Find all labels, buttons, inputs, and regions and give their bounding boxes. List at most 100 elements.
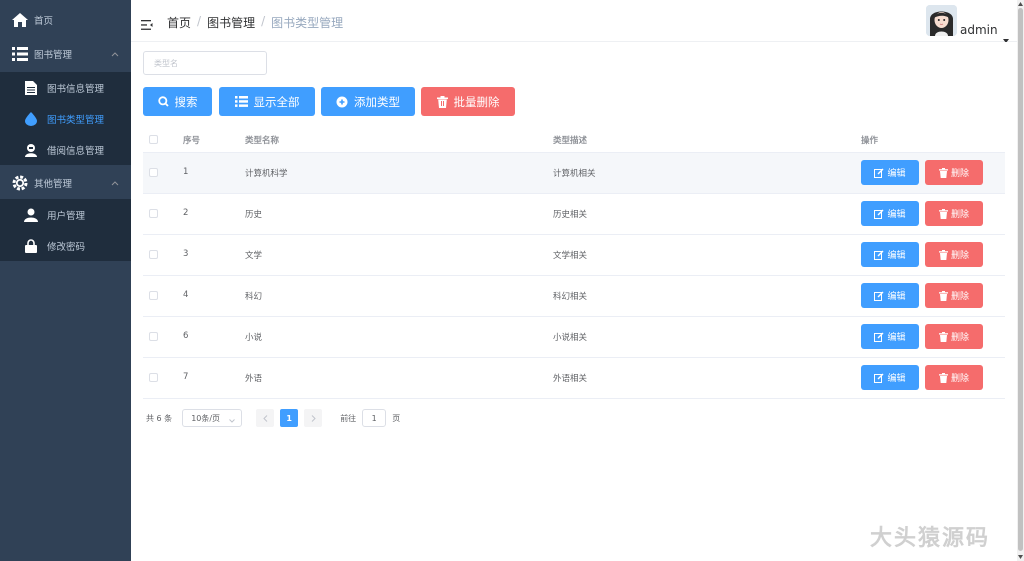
hamburger-icon[interactable]: [141, 15, 153, 30]
column-header-desc: 类型描述: [553, 136, 588, 146]
delete-button[interactable]: 删除: [925, 201, 983, 226]
delete-button[interactable]: 删除: [925, 283, 983, 308]
app: 首页 图书管理 图书信息管理 图书类型管理 借阅信息管理 其他管理 用户管理 修…: [0, 0, 1024, 561]
cell-desc: 科幻相关: [553, 292, 588, 302]
row-checkbox[interactable]: [149, 250, 158, 259]
document-icon: [24, 80, 38, 95]
edit-icon: [874, 209, 884, 219]
watermark: 大头猿源码: [870, 526, 991, 551]
sidebar-menu-label: 其他管理: [34, 179, 73, 190]
cell-name: 计算机科学: [245, 169, 288, 179]
edit-button[interactable]: 编辑: [861, 283, 919, 308]
next-page-button[interactable]: [304, 409, 323, 427]
cell-desc: 计算机相关: [553, 169, 596, 179]
cell-name: 科幻: [245, 292, 263, 302]
cell-id: 3: [183, 249, 189, 259]
delete-button[interactable]: 删除: [925, 160, 983, 185]
table-row: 1 计算机科学 计算机相关 编辑 删除: [143, 153, 1005, 194]
edit-button[interactable]: 编辑: [861, 160, 919, 185]
username[interactable]: admin: [960, 23, 998, 37]
show-all-button[interactable]: 显示全部: [219, 87, 315, 116]
add-type-button[interactable]: 添加类型: [321, 87, 415, 116]
sidebar-item-label: 图书类型管理: [47, 114, 105, 126]
user-badge-icon: [24, 143, 38, 157]
scroll-down-icon[interactable]: [1018, 554, 1023, 560]
delete-button[interactable]: 删除: [925, 324, 983, 349]
row-checkbox[interactable]: [149, 291, 158, 300]
column-header-name: 类型名称: [245, 136, 280, 146]
select-all-checkbox[interactable]: [149, 135, 158, 144]
column-header-id: 序号: [183, 136, 201, 146]
row-checkbox[interactable]: [149, 168, 158, 177]
cell-id: 2: [183, 208, 189, 218]
page-size-select[interactable]: 10条/页: [182, 409, 243, 427]
edit-icon: [874, 168, 884, 178]
avatar[interactable]: [926, 5, 957, 36]
drop-icon: [24, 111, 38, 126]
goto-page-input[interactable]: 1: [362, 409, 387, 427]
sidebar-item-book-info[interactable]: 图书信息管理: [0, 72, 131, 103]
sidebar-item-home[interactable]: 首页: [0, 2, 131, 38]
table-row: 6 小说 小说相关 编辑 删除: [143, 317, 1005, 358]
sidebar-menu-book[interactable]: 图书管理: [0, 36, 131, 72]
trash-icon: [938, 167, 948, 178]
table-row: 3 文学 文学相关 编辑 删除: [143, 235, 1005, 276]
sidebar-item-label: 借阅信息管理: [47, 145, 105, 157]
breadcrumb-book: 图书管理: [207, 16, 256, 30]
main-content: 搜索 显示全部 添加类型 批量删除 序号 类型名称 类: [131, 42, 1017, 561]
trash-icon: [436, 95, 448, 108]
cell-desc: 外语相关: [553, 374, 588, 384]
edit-button[interactable]: 编辑: [861, 242, 919, 267]
sidebar-item-label: 首页: [34, 16, 54, 27]
sidebar-item-users[interactable]: 用户管理: [0, 199, 131, 230]
cell-desc: 小说相关: [553, 333, 588, 343]
type-name-search-input[interactable]: [143, 51, 267, 75]
cell-name: 小说: [245, 333, 263, 343]
goto-suffix: 页: [392, 413, 401, 423]
lock-icon: [24, 238, 38, 253]
chevron-right-icon: [311, 414, 316, 422]
trash-icon: [938, 331, 948, 342]
sidebar-item-label: 用户管理: [47, 210, 86, 222]
breadcrumb-home[interactable]: 首页: [167, 14, 191, 31]
page-number-current[interactable]: 1: [280, 409, 299, 427]
chevron-up-icon: [111, 49, 119, 60]
column-header-actions: 操作: [861, 136, 879, 146]
chevron-left-icon: [262, 414, 268, 422]
search-button[interactable]: 搜索: [143, 87, 212, 116]
delete-button[interactable]: 删除: [925, 242, 983, 267]
scroll-up-icon[interactable]: [1018, 1, 1023, 7]
cell-name: 文学: [245, 251, 263, 261]
row-checkbox[interactable]: [149, 373, 158, 382]
breadcrumb-current: 图书类型管理: [271, 16, 344, 30]
sidebar: 首页 图书管理 图书信息管理 图书类型管理 借阅信息管理 其他管理 用户管理 修…: [0, 0, 131, 561]
row-checkbox[interactable]: [149, 209, 158, 218]
batch-delete-button[interactable]: 批量删除: [421, 87, 515, 116]
scrollbar[interactable]: [1017, 0, 1024, 561]
scrollbar-thumb[interactable]: [1018, 8, 1023, 551]
edit-button[interactable]: 编辑: [861, 201, 919, 226]
edit-icon: [874, 332, 884, 342]
trash-icon: [938, 372, 948, 383]
sidebar-item-borrow[interactable]: 借阅信息管理: [0, 134, 131, 165]
sidebar-menu-other[interactable]: 其他管理: [0, 165, 131, 201]
cell-desc: 历史相关: [553, 210, 588, 220]
type-table: 序号 类型名称 类型描述 操作 1 计算机科学 计算机相关 编辑 删除 2 历史…: [143, 126, 1005, 399]
row-checkbox[interactable]: [149, 332, 158, 341]
cell-desc: 文学相关: [553, 251, 588, 261]
edit-icon: [874, 291, 884, 301]
search-icon: [157, 96, 169, 107]
gear-icon: [12, 175, 28, 191]
sidebar-item-book-type[interactable]: 图书类型管理: [0, 103, 131, 134]
sidebar-item-label: 图书信息管理: [47, 83, 105, 95]
cell-id: 6: [183, 331, 189, 341]
chevron-up-icon: [111, 178, 119, 189]
top-navbar: 首页 / 图书管理 / 图书类型管理 admin: [131, 0, 1017, 43]
prev-page-button[interactable]: [256, 409, 275, 427]
home-icon: [12, 12, 28, 28]
trash-icon: [938, 208, 948, 219]
delete-button[interactable]: 删除: [925, 365, 983, 390]
sidebar-item-password[interactable]: 修改密码: [0, 230, 131, 261]
edit-button[interactable]: 编辑: [861, 365, 919, 390]
edit-button[interactable]: 编辑: [861, 324, 919, 349]
